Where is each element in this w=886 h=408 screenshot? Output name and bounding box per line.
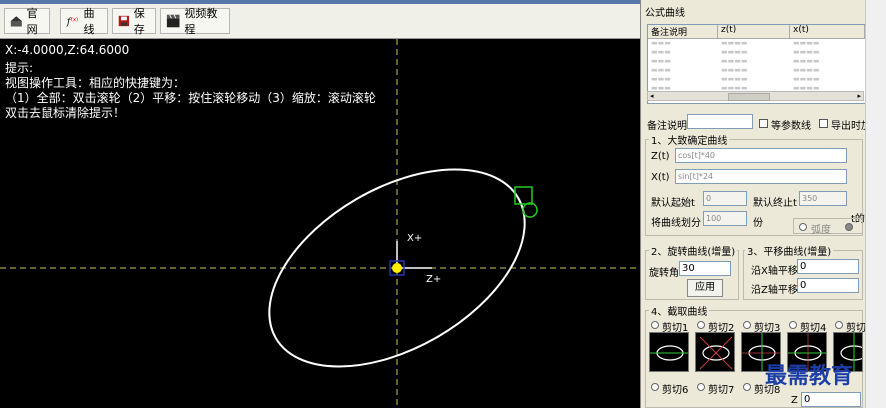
video-label: 视频教程	[184, 7, 218, 36]
save-button[interactable]: 保存	[112, 7, 156, 36]
radian-label: 弧度	[811, 225, 831, 236]
save-label: 保存	[133, 7, 145, 36]
cut2-preview[interactable]	[695, 332, 735, 372]
hint-line-3: 双击去鼠标清除提示！	[5, 106, 126, 120]
divide-unit: 份	[753, 218, 763, 229]
start-t-label: 默认起始t	[651, 198, 695, 209]
degree-radio[interactable]	[845, 223, 853, 231]
x-axis-label: X+	[407, 233, 423, 244]
scroll-left-icon[interactable]: ◂	[650, 92, 654, 100]
z-formula-label: Z(t)	[651, 151, 670, 162]
group4-title: 4、截取曲线	[649, 303, 710, 318]
cut3-radio[interactable]	[743, 321, 751, 329]
x-formula-input[interactable]: sin[t]*24	[675, 169, 847, 184]
param-line-checkbox[interactable]	[759, 119, 768, 128]
home-button[interactable]: 官网	[4, 7, 50, 36]
cut8-radio[interactable]	[743, 383, 751, 391]
shift-z-label: 沿Z轴平移	[751, 285, 798, 296]
remark-input[interactable]	[687, 114, 753, 129]
group1-title: 1、大致确定曲线	[649, 132, 730, 147]
cut6-radio[interactable]	[651, 383, 659, 391]
scroll-right-icon[interactable]: ▸	[857, 92, 861, 100]
origin-point[interactable]	[392, 263, 402, 273]
curve-button[interactable]: f (x) 曲线	[60, 7, 108, 36]
curve-label: 曲线	[83, 7, 95, 36]
end-t-label: 默认终止t	[753, 198, 797, 209]
table-header-z: z(t)	[718, 25, 790, 38]
drawing-canvas[interactable]: X:-4.0000,Z:64.6000 提示: 视图操作工具：相应的快捷键为： …	[0, 39, 640, 408]
z-small-label: Z	[791, 395, 798, 406]
cut1-preview[interactable]	[649, 332, 689, 372]
group2-title: 2、旋转曲线(增量)	[649, 243, 738, 258]
table-row[interactable]: ▬▬▬ ▬▬▬▬ ▬▬▬▬	[648, 48, 865, 57]
svg-text:(x): (x)	[71, 17, 78, 23]
cut7-label: 剪切7	[708, 385, 735, 396]
export-label: 导出时加	[831, 121, 866, 132]
cut4-radio[interactable]	[789, 321, 797, 329]
cut2-radio[interactable]	[697, 321, 705, 329]
cut7-radio[interactable]	[697, 383, 705, 391]
title-strip	[0, 0, 640, 4]
end-t-input[interactable]: 350	[799, 191, 847, 206]
toolbar: 官网 f (x) 曲线 保存 视频教程	[0, 0, 640, 39]
panel-title: 公式曲线	[645, 8, 685, 19]
z-formula-input[interactable]: cos[t]*40	[675, 148, 847, 163]
table-header-remark: 备注说明	[648, 25, 718, 38]
radian-radio[interactable]	[799, 223, 807, 231]
table-row[interactable]: ▬▬▬ ▬▬▬▬ ▬▬▬▬	[648, 57, 865, 66]
start-t-input[interactable]: 0	[703, 191, 747, 206]
rotate-label: 旋转角	[649, 268, 679, 279]
clapper-icon	[166, 14, 180, 28]
shift-z-input[interactable]: 0	[797, 278, 859, 293]
cut6-label: 剪切6	[662, 385, 689, 396]
cut5-radio[interactable]	[835, 321, 843, 329]
formula-curve-panel: 公式曲线 备注说明 z(t) x(t) ▬▬▬ ▬▬▬▬ ▬▬▬▬ ▬▬▬ ▬▬▬▬ ▬…	[640, 0, 866, 408]
home-label: 官网	[26, 7, 38, 36]
table-header-x: x(t)	[790, 25, 865, 38]
divide-label: 将曲线划分	[651, 218, 701, 229]
function-icon: f (x)	[66, 16, 78, 27]
z-axis-label: Z+	[426, 274, 442, 285]
table-horizontal-scrollbar[interactable]: ◂ ▸	[647, 91, 864, 101]
remark-label: 备注说明	[647, 121, 687, 132]
shift-x-input[interactable]: 0	[797, 259, 859, 274]
home-icon	[10, 16, 22, 27]
scroll-thumb[interactable]	[728, 93, 770, 101]
export-checkbox[interactable]	[819, 119, 828, 128]
x-formula-label: X(t)	[651, 172, 670, 183]
window-scrollbar[interactable]	[865, 0, 886, 408]
divide-input[interactable]: 100	[703, 211, 747, 226]
table-row[interactable]: ▬▬▬ ▬▬▬▬ ▬▬▬▬	[648, 75, 865, 84]
rotate-input[interactable]: 30	[679, 261, 731, 276]
param-line-label: 等参数线	[771, 121, 811, 132]
table-header: 备注说明 z(t) x(t)	[648, 25, 865, 39]
z-small-input[interactable]: 0	[801, 392, 861, 407]
group3-title: 3、平移曲线(增量)	[745, 243, 834, 258]
apply-button[interactable]: 应用	[687, 279, 723, 297]
watermark: 最需教育	[765, 363, 854, 389]
table-row[interactable]: ▬▬▬ ▬▬▬▬ ▬▬▬▬	[648, 66, 865, 75]
save-icon	[118, 15, 130, 27]
shift-x-label: 沿X轴平移	[751, 266, 798, 277]
video-tutorial-button[interactable]: 视频教程	[160, 7, 230, 36]
table-row[interactable]: ▬▬▬ ▬▬▬▬ ▬▬▬▬	[648, 39, 865, 48]
coordinate-readout: X:-4.0000,Z:64.6000	[5, 43, 130, 57]
end-point-marker[interactable]	[522, 202, 538, 218]
cut1-radio[interactable]	[651, 321, 659, 329]
